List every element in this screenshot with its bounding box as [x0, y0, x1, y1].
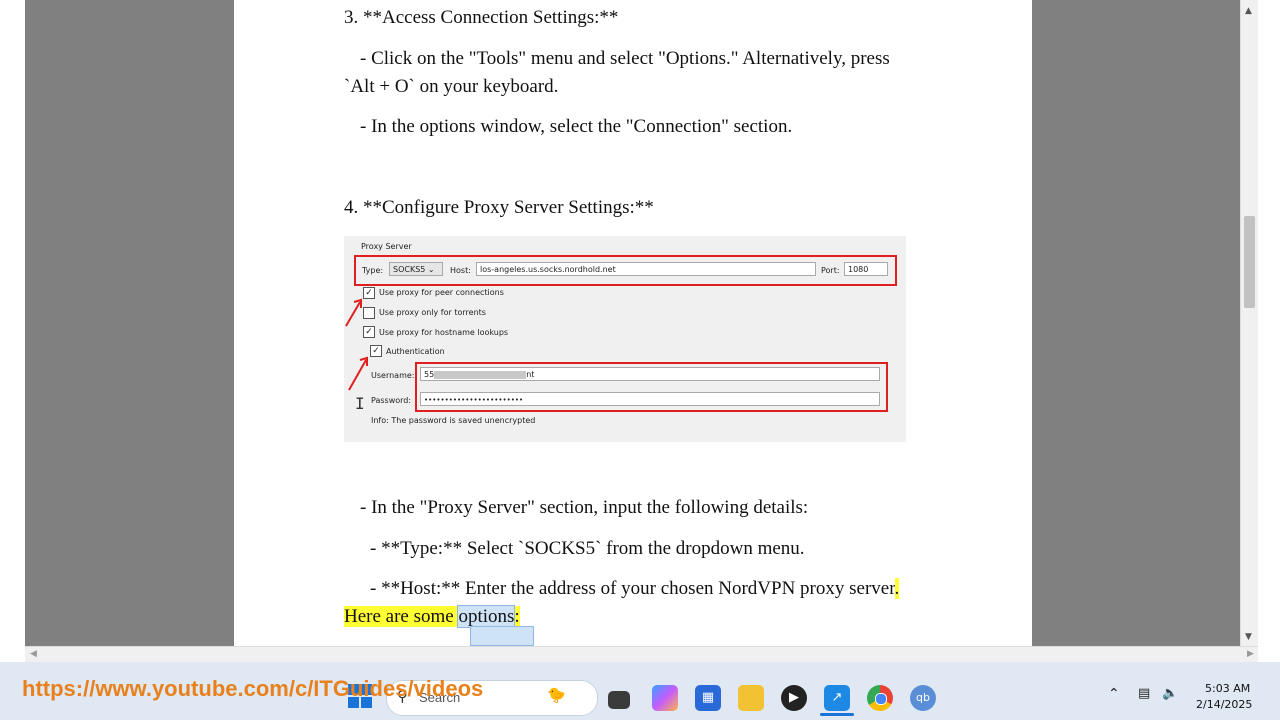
document-page: 3. **Access Connection Settings:** - Cli…: [234, 0, 1032, 646]
step3-heading: 3. **Access Connection Settings:**: [344, 7, 619, 28]
step3-line1: - Click on the "Tools" menu and select "…: [360, 48, 890, 69]
whiteboard-icon[interactable]: ↗: [824, 685, 850, 711]
active-app-indicator: [820, 713, 854, 716]
qbittorrent-icon[interactable]: qb: [910, 685, 936, 711]
text-cursor-icon: I: [355, 394, 365, 413]
host-line: - **Host:** Enter the address of your ch…: [370, 578, 900, 599]
qbittorrent-proxy-screenshot: Proxy Server Type: SOCKS5 ⌄ Host: los-an…: [344, 236, 906, 442]
step3-line2: `Alt + O` on your keyboard.: [344, 76, 559, 97]
media-player-icon[interactable]: ▶: [781, 685, 807, 711]
selected-word[interactable]: options: [457, 605, 516, 628]
step3-line3: - In the options window, select the "Con…: [360, 116, 793, 137]
chevron-up-icon[interactable]: ⌃: [1108, 686, 1120, 702]
scroll-down-icon[interactable]: ▼: [1245, 632, 1252, 642]
vertical-scrollbar[interactable]: ▲ ▼: [1240, 0, 1259, 646]
task-view-icon[interactable]: [608, 691, 630, 709]
clock-time[interactable]: 5:03 AM: [1205, 682, 1250, 695]
search-highlight-icon: 🐤: [547, 688, 566, 704]
left-margin: [0, 0, 25, 662]
scroll-up-icon[interactable]: ▲: [1245, 6, 1252, 16]
store-icon[interactable]: ▦: [695, 685, 721, 711]
clock-date[interactable]: 2/14/2025: [1196, 698, 1252, 711]
horizontal-scrollbar[interactable]: ◀ ▶: [25, 646, 1258, 663]
chrome-icon[interactable]: [867, 685, 893, 711]
app-window: 3. **Access Connection Settings:** - Cli…: [0, 0, 1280, 720]
selection-box: [470, 626, 534, 646]
proxy-section-line: - In the "Proxy Server" section, input t…: [360, 497, 809, 518]
scroll-right-icon[interactable]: ▶: [1247, 649, 1254, 659]
options-line: Here are some options:: [344, 605, 520, 628]
network-icon[interactable]: ▤: [1138, 686, 1150, 701]
scroll-left-icon[interactable]: ◀: [30, 649, 37, 659]
step4-heading: 4. **Configure Proxy Server Settings:**: [344, 197, 654, 218]
file-explorer-icon[interactable]: [738, 685, 764, 711]
volume-icon[interactable]: 🔈: [1162, 686, 1178, 701]
type-line: - **Type:** Select `SOCKS5` from the dro…: [370, 538, 805, 559]
red-arrow-icon: [345, 298, 368, 391]
right-margin: [1258, 0, 1280, 662]
channel-url-overlay: https://www.youtube.com/c/ITGuides/video…: [22, 676, 484, 701]
copilot-icon[interactable]: [652, 685, 678, 711]
red-arrows: [345, 298, 368, 391]
scroll-thumb[interactable]: [1244, 216, 1255, 308]
